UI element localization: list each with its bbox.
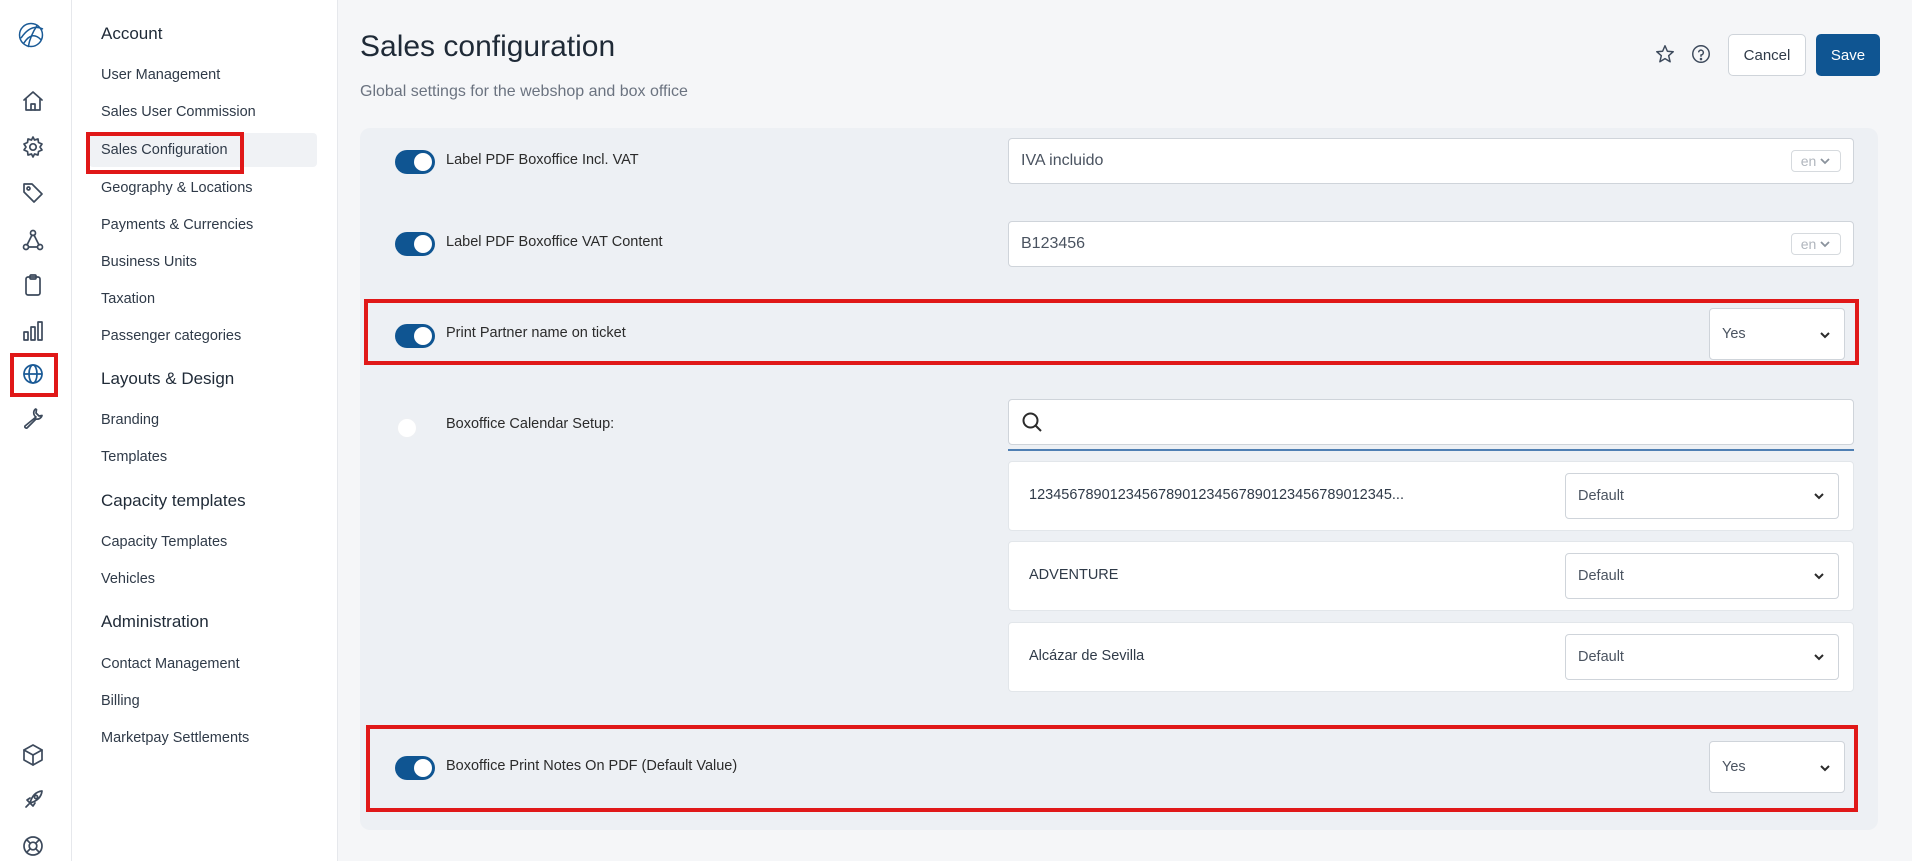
calendar-row-name: ADVENTURE [1029, 567, 1119, 583]
calendar-toggle[interactable] [395, 416, 435, 440]
vat-incl-input[interactable]: IVA incluido en [1008, 138, 1854, 184]
vat-content-value: B123456 [1021, 235, 1086, 252]
vat-content-lang: en [1800, 236, 1817, 252]
search-icon [1022, 412, 1042, 432]
vat-content-toggle[interactable] [395, 232, 435, 256]
menu-group-account: Account [101, 24, 163, 43]
menu-group-layouts: Layouts & Design [101, 369, 235, 388]
print-notes-label: Boxoffice Print Notes On PDF (Default Va… [446, 758, 738, 774]
vat-incl-toggle[interactable] [395, 150, 435, 174]
page-title: Sales configuration [360, 30, 616, 63]
calendar-row-select[interactable]: Default [1565, 473, 1839, 519]
calendar-row: 1234567890123456789012345678901234567890… [1008, 461, 1854, 531]
calendar-row: Alcázar de Sevilla Default [1008, 622, 1854, 692]
vat-incl-lang: en [1800, 153, 1817, 169]
print-partner-label: Print Partner name on ticket [446, 325, 626, 341]
vat-content-label: Label PDF Boxoffice VAT Content [446, 234, 663, 250]
print-partner-toggle[interactable] [395, 324, 435, 348]
calendar-row-value: Default [1578, 568, 1624, 584]
menu-item-sales-configuration[interactable]: Sales Configuration [89, 133, 317, 167]
chevron-down-icon [1818, 761, 1832, 775]
rocket-icon[interactable] [18, 785, 48, 815]
chevron-down-icon [1812, 650, 1826, 664]
cancel-button[interactable]: Cancel [1728, 34, 1806, 76]
save-button[interactable]: Save [1816, 34, 1880, 76]
gear-icon[interactable] [18, 132, 48, 162]
calendar-row-select[interactable]: Default [1565, 553, 1839, 599]
menu-group-administration: Administration [101, 612, 209, 631]
help-icon[interactable] [1690, 43, 1714, 67]
globe-icon[interactable] [18, 359, 48, 389]
calendar-row: ADVENTURE Default [1008, 541, 1854, 611]
wrench-icon[interactable] [18, 403, 48, 433]
main-content: Sales configuration Global settings for … [338, 0, 1912, 861]
cube-icon[interactable] [18, 740, 48, 770]
clipboard-icon[interactable] [18, 270, 48, 300]
menu-group-capacity: Capacity templates [101, 491, 246, 510]
settings-panel: Label PDF Boxoffice Incl. VAT IVA inclui… [360, 128, 1878, 830]
icon-rail [0, 0, 72, 861]
chevron-down-icon [1812, 489, 1826, 503]
chevron-down-icon [1820, 241, 1830, 248]
calendar-row-value: Default [1578, 488, 1624, 504]
print-partner-select[interactable]: Yes [1709, 308, 1845, 360]
tag-icon[interactable] [18, 178, 48, 208]
page-subtitle: Global settings for the webshop and box … [360, 83, 688, 100]
chevron-down-icon [1818, 328, 1832, 342]
bar-chart-icon[interactable] [18, 316, 48, 346]
home-icon[interactable] [18, 86, 48, 116]
vat-incl-lang-select[interactable]: en [1791, 150, 1841, 172]
print-notes-select[interactable]: Yes [1709, 741, 1845, 793]
vat-incl-value: IVA incluido [1021, 152, 1104, 169]
calendar-search-input[interactable] [1008, 399, 1854, 445]
print-notes-toggle[interactable] [395, 756, 435, 780]
chevron-down-icon [1820, 158, 1830, 165]
calendar-row-select[interactable]: Default [1565, 634, 1839, 680]
search-underline [1008, 449, 1854, 451]
calendar-label: Boxoffice Calendar Setup: [446, 416, 615, 432]
network-icon[interactable] [18, 225, 48, 255]
settings-menu: Account User Management Sales User Commi… [72, 0, 338, 861]
print-notes-value: Yes [1722, 759, 1746, 775]
lifebuoy-icon[interactable] [18, 831, 48, 861]
calendar-row-name: 1234567890123456789012345678901234567890… [1029, 487, 1404, 503]
vat-content-input[interactable]: B123456 en [1008, 221, 1854, 267]
vat-content-lang-select[interactable]: en [1791, 233, 1841, 255]
calendar-row-name: Alcázar de Sevilla [1029, 648, 1145, 664]
vat-incl-label: Label PDF Boxoffice Incl. VAT [446, 152, 639, 168]
star-icon[interactable] [1654, 43, 1678, 67]
calendar-row-value: Default [1578, 649, 1624, 665]
chevron-down-icon [1812, 569, 1826, 583]
logo-icon[interactable] [16, 20, 46, 50]
print-partner-value: Yes [1722, 326, 1746, 342]
